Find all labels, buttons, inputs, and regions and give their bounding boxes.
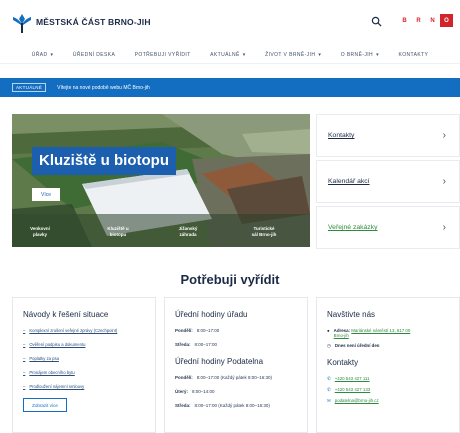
lang-r[interactable]: R [412,14,425,27]
dash-icon: – [23,356,26,361]
hero-thumb-1[interactable]: Venkovní plavky [20,226,60,237]
news-banner[interactable]: AKTUÁLNĚ Vítejte na nové podobě webu MČ … [0,78,460,97]
nav-label: POTŘEBUJI VYŘÍDIT [134,51,191,58]
chevron-down-icon: ▾ [50,51,54,58]
phone-row: ✆ +420 543 427 133 [327,387,449,393]
side-link-label: Veřejné zakázky [328,224,378,231]
lang-o[interactable]: O [440,14,453,27]
chevron-right-icon: › [442,222,446,233]
guide-link[interactable]: – Prodloužení nájemní smlouvy [23,384,145,389]
side-link-kontakty[interactable]: Kontakty › [316,114,460,157]
visit-panel: Navštivte nás ● Adresa: Mariánské náměst… [316,297,460,433]
email-link[interactable]: podatelna@brno-jih.cz [335,398,379,403]
phone-link[interactable]: +420 543 427 111 [335,376,370,381]
search-icon[interactable] [371,16,382,27]
hero-thumb-3[interactable]: Jižanský záhrada [168,226,208,237]
chevron-down-icon: ▾ [376,51,379,58]
side-link-kalendar[interactable]: Kalendář akcí › [316,160,460,203]
address-link[interactable]: Mariánské náměstí 13, 617 00 [351,328,410,333]
hours-row: Úterý: 8:00–14:00 [175,389,215,394]
logo-icon[interactable] [12,12,32,34]
nav-label: ÚŘAD [31,51,48,58]
mail-icon: ✉ [327,398,331,403]
nav-label: O BRNĚ-JIH [340,51,374,58]
guide-link[interactable]: – Komplexní zrušení veřejné zprávy (Czech… [23,328,145,333]
hours-note: Dnes není úřední den [334,343,380,348]
address-city-link[interactable]: Brno-jih [334,333,349,338]
hero-more-button[interactable]: Více [32,188,60,201]
phone-icon: ✆ [327,387,331,392]
nav-item-o-brne[interactable]: O BRNĚ-JIH ▾ [341,52,379,58]
guides-more-button[interactable]: Zobrazit více [23,398,67,412]
guides-title: Návody k řešení situace [23,310,109,319]
guide-link[interactable]: – Ověření podpisu a dokumentu [23,342,145,347]
banner-text[interactable]: Vítejte na nové podobě webu MČ Brno-jih [57,85,150,91]
registry-hours-title: Úřední hodiny Podatelna [175,357,264,366]
hours-panel: Úřední hodiny úřadu Pondělí: 8:00–17:00 S… [164,297,308,433]
phone-icon: ✆ [327,376,331,381]
hours-row: Pondělí: 8:00–17:00 (Každý pátek 8:00–16:… [175,375,273,380]
hero-title[interactable]: Kluziště u biotopu [32,147,176,175]
visit-title: Navštivte nás [327,310,376,319]
chevron-down-icon: ▾ [318,51,322,58]
lang-b[interactable]: B [398,14,411,27]
section-title: Potřebuji vyřídit [180,272,280,287]
office-hours-title: Úřední hodiny úřadu [175,310,248,319]
dash-icon: – [23,328,26,333]
banner-badge: AKTUÁLNĚ [12,83,47,92]
address-row: ● Adresa: Mariánské náměstí 13, 617 00 Br… [327,328,449,338]
side-link-zakazky[interactable]: Veřejné zakázky › [316,206,460,249]
nav-item-aktualne[interactable]: AKTUÁLNĚ ▾ [210,52,246,58]
hours-note-row: ◷ Dnes není úřední den [327,343,449,349]
chevron-down-icon: ▾ [242,51,246,58]
nav-item-kontakty[interactable]: KONTAKTY [398,52,428,58]
hours-row: Středa: 8:00–17:00 [175,342,218,347]
contacts-title: Kontakty [327,358,359,367]
nav-item-urad[interactable]: ÚŘAD ▾ [32,52,54,58]
site-title[interactable]: MĚSTSKÁ ČÁST BRNO-JIH [36,17,151,27]
hours-row: Středa: 8:00–17:00 (Každý pátek 8:00–16:3… [175,403,270,408]
main-nav: ÚŘAD ▾ ÚŘEDNÍ DESKA POTŘEBUJI VYŘÍDIT AKT… [0,46,460,64]
chevron-right-icon: › [442,176,446,187]
guide-link[interactable]: – Poplatky za psa [23,356,145,361]
nav-label: AKTUÁLNĚ [210,51,240,58]
chevron-right-icon: › [442,130,446,141]
guides-panel: Návody k řešení situace – Komplexní zruše… [12,297,156,433]
dash-icon: – [23,370,26,375]
nav-label: ŽIVOT V BRNĚ-JIH [265,51,316,58]
side-link-label: Kalendář akcí [328,178,370,185]
email-row: ✉ podatelna@brno-jih.cz [327,398,449,404]
clock-icon: ◷ [327,343,331,348]
phone-row: ✆ +420 543 427 111 [327,376,449,382]
phone-link[interactable]: +420 543 427 133 [335,387,371,392]
hero-thumb-2[interactable]: Kluziště u biotopu [98,226,138,237]
nav-item-uredni-deska[interactable]: ÚŘEDNÍ DESKA [73,52,115,58]
hero-thumb-4[interactable]: Turistické sál Brno-jih [240,226,288,237]
dash-icon: – [23,342,26,347]
nav-item-potrebuji-vyridit[interactable]: POTŘEBUJI VYŘÍDIT [135,52,191,58]
hours-row: Pondělí: 8:00–17:00 [175,328,220,333]
dash-icon: – [23,384,26,389]
lang-n[interactable]: N [426,14,439,27]
location-pin-icon: ● [327,328,330,333]
guide-link[interactable]: – Pronájem obecního bytu [23,370,145,375]
nav-item-zivot[interactable]: ŽIVOT V BRNĚ-JIH ▾ [265,52,321,58]
nav-label: KONTAKTY [398,51,429,58]
side-link-label: Kontakty [328,132,355,139]
nav-label: ÚŘEDNÍ DESKA [72,51,116,58]
